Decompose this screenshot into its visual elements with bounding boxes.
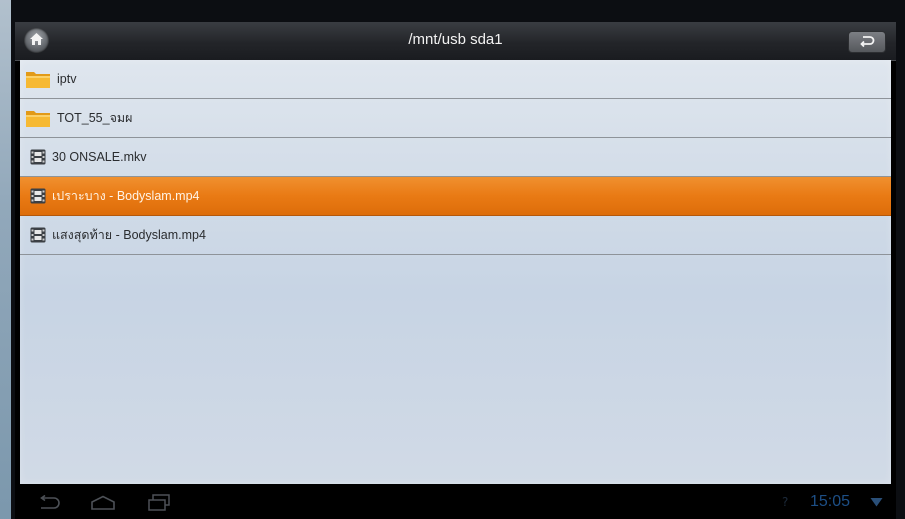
film-icon [30,227,46,243]
wifi-icon [870,498,883,507]
list-item-folder[interactable]: iptv [20,60,891,99]
folder-icon [26,72,50,88]
device-screen: /mnt/usb sda1 iptv TOT_55_จมผ 30 ONSALE.… [15,22,896,519]
return-arrow-icon [860,36,875,48]
folder-icon [26,111,50,127]
file-list: iptv TOT_55_จมผ 30 ONSALE.mkv เปราะบาง -… [20,60,891,484]
back-icon[interactable] [37,495,63,511]
list-item-video-selected[interactable]: เปราะบาง - Bodyslam.mp4 [20,177,891,216]
recent-apps-icon[interactable] [147,494,171,512]
file-name: เปราะบาง - Bodyslam.mp4 [52,189,200,203]
file-name: iptv [57,72,77,86]
status-indicator: ? [782,495,789,509]
home-icon[interactable] [90,495,116,511]
window-title: /mnt/usb sda1 [408,31,503,48]
file-name: แสงสุดท้าย - Bodyslam.mp4 [52,228,206,242]
list-item-video[interactable]: 30 ONSALE.mkv [20,138,891,177]
device-bezel-edge [0,0,11,519]
file-name: TOT_55_จมผ [57,111,133,125]
list-item-folder[interactable]: TOT_55_จมผ [20,99,891,138]
title-bar: /mnt/usb sda1 [15,22,896,61]
back-button[interactable] [848,31,886,53]
film-icon [30,188,46,204]
clock: 15:05 [810,493,851,510]
list-item-video[interactable]: แสงสุดท้าย - Bodyslam.mp4 [20,216,891,255]
file-name: 30 ONSALE.mkv [52,150,147,164]
system-navigation-bar: ? 15:05 [15,487,896,519]
film-icon [30,149,46,165]
